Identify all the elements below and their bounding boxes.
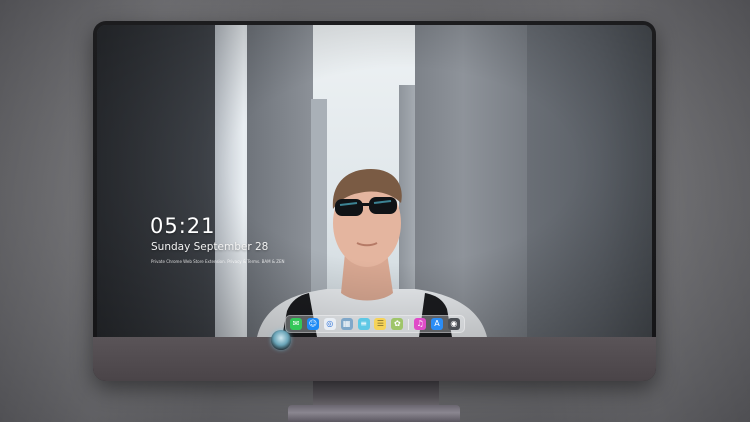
finder-icon[interactable]: ☺	[306, 318, 319, 330]
monitor-stand-neck	[313, 381, 439, 407]
alien-logo-icon	[271, 330, 291, 350]
safari-icon[interactable]: ◎	[323, 318, 336, 330]
lock-screen-time: 05:21	[150, 214, 216, 238]
screen: 05:21 Sunday September 28 Private Chrome…	[97, 25, 652, 337]
monitor-frame: 05:21 Sunday September 28 Private Chrome…	[93, 21, 656, 381]
dock-separator	[408, 318, 410, 330]
photos-icon[interactable]: ✿	[391, 318, 404, 330]
monitor-stand-base	[288, 405, 460, 422]
lock-screen-notice: Private Chrome Web Store Extension. Priv…	[151, 259, 285, 264]
screenshot-icon[interactable]: ◉	[447, 318, 460, 330]
monitor-chin	[93, 337, 656, 381]
app-store-icon[interactable]: A	[431, 318, 444, 330]
reminders-icon[interactable]: ≡	[357, 318, 370, 330]
notes-icon[interactable]: ☰	[374, 318, 387, 330]
lock-screen-date: Sunday September 28	[151, 241, 269, 253]
preview-icon[interactable]: ▦	[340, 318, 353, 330]
music-icon[interactable]: ♫	[414, 318, 427, 330]
messages-icon[interactable]: ✉	[290, 318, 302, 330]
dock: ✉ ☺ ◎ ▦ ≡ ☰ ✿ ♫ A ◉	[285, 315, 465, 333]
